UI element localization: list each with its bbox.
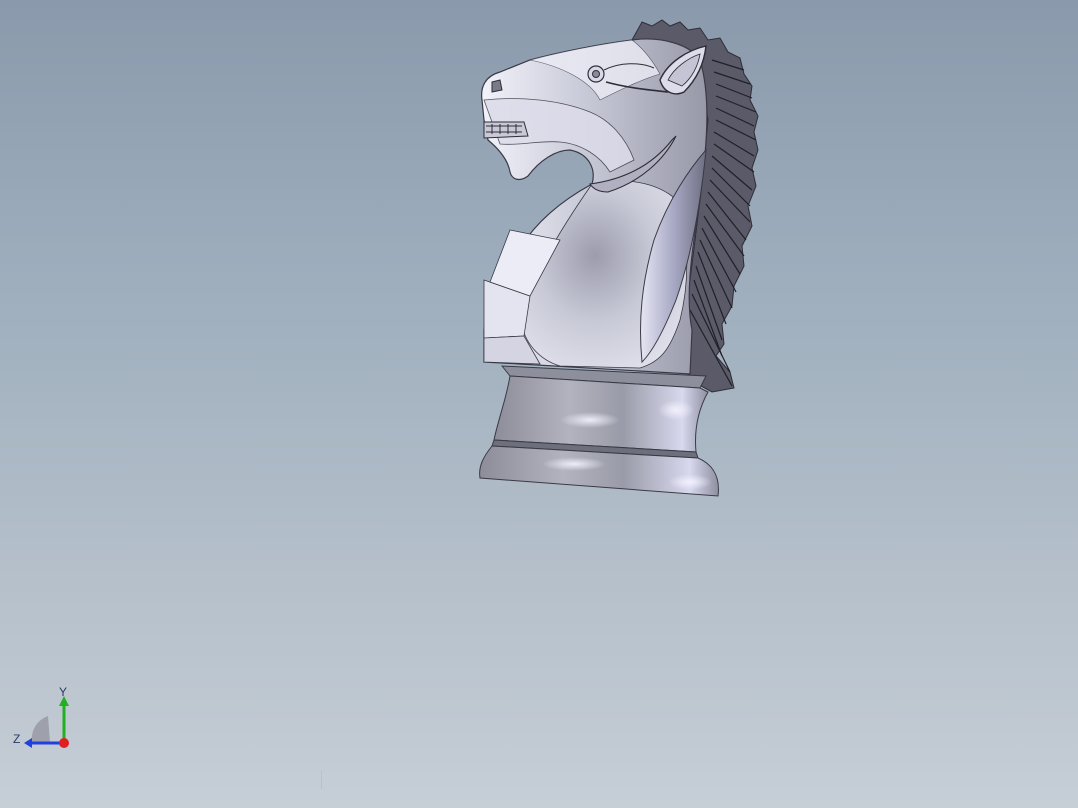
triad-arc <box>31 716 50 742</box>
viewport-marker <box>321 771 322 789</box>
z-axis-label: Z <box>13 732 20 746</box>
graphics-viewport[interactable]: Y Z <box>0 0 1078 808</box>
x-axis-icon <box>59 738 69 748</box>
nostril <box>491 79 503 93</box>
orientation-triad[interactable]: Y Z <box>10 686 80 756</box>
y-axis-label: Y <box>59 686 67 699</box>
mouth <box>483 121 529 139</box>
base <box>479 365 719 497</box>
chess-knight-model[interactable] <box>0 0 1078 808</box>
